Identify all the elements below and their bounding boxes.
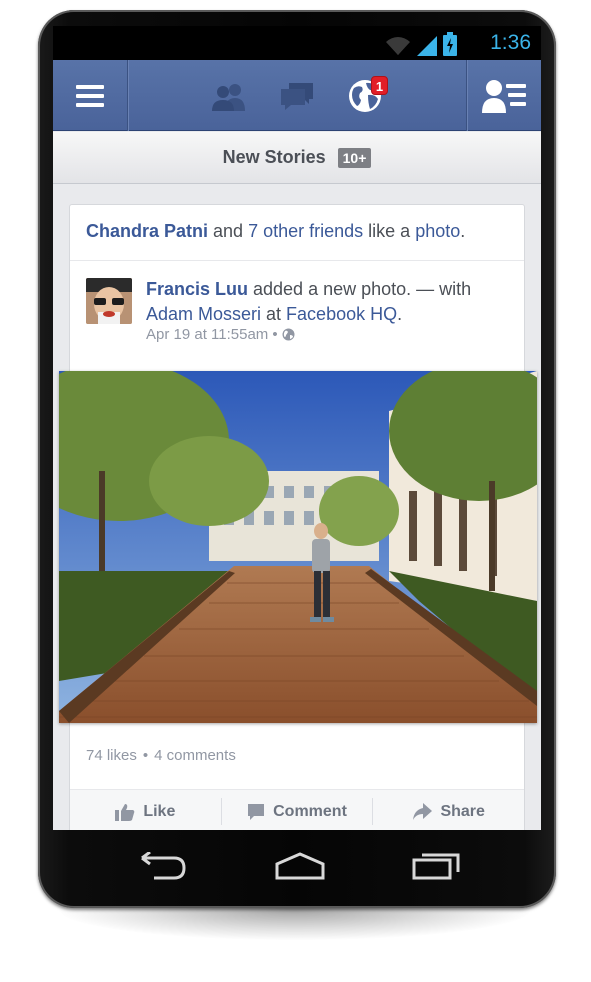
- comment-button[interactable]: Comment: [222, 790, 373, 830]
- story-card: Chandra Patni and 7 other friends like a…: [59, 204, 537, 830]
- home-button[interactable]: [270, 846, 330, 886]
- story-header: Chandra Patni and 7 other friends like a…: [70, 205, 524, 261]
- nav-divider: [127, 60, 128, 131]
- home-icon: [275, 852, 325, 880]
- globe-icon: [282, 328, 295, 341]
- friend-requests-icon: [212, 83, 245, 111]
- post-action-text: added a new photo. — with: [248, 279, 472, 299]
- likes-count[interactable]: 74 likes: [86, 747, 137, 764]
- screen: 1:36 1 New Stories 10+ Chandra Patni and…: [53, 26, 541, 830]
- engagement-counts: 74 likes • 4 comments: [86, 747, 236, 764]
- comment-bubble-icon: [248, 803, 265, 820]
- avatar-image: [86, 278, 132, 324]
- thumbs-up-icon: [115, 803, 135, 821]
- tagged-person-link[interactable]: Adam Mosseri: [146, 304, 261, 324]
- timestamp-separator: •: [272, 326, 278, 343]
- header-text: and: [208, 221, 249, 241]
- new-stories-label: New Stories: [222, 147, 326, 167]
- post-text: Francis Luu added a new photo. — with Ad…: [146, 277, 506, 327]
- friends-list-icon: [482, 79, 526, 113]
- actor-link[interactable]: Chandra Patni: [86, 221, 208, 241]
- header-text: like a: [363, 221, 416, 241]
- counts-separator: •: [142, 747, 149, 764]
- menu-icon: [76, 84, 104, 107]
- recents-button[interactable]: [406, 846, 466, 886]
- messages-button[interactable]: [271, 60, 323, 131]
- photo-image: [59, 371, 537, 723]
- share-button[interactable]: Share: [373, 790, 524, 830]
- status-bar: 1:36: [53, 26, 541, 60]
- avatar[interactable]: [86, 278, 132, 324]
- friends-list-button[interactable]: [467, 60, 541, 131]
- notification-badge: 1: [371, 76, 388, 95]
- location-link[interactable]: Facebook HQ: [286, 304, 397, 324]
- messages-icon: [281, 82, 313, 110]
- friend-requests-button[interactable]: [203, 60, 255, 131]
- post-end-text: .: [397, 304, 403, 324]
- like-label: Like: [143, 802, 176, 820]
- wifi-icon: [386, 37, 410, 55]
- back-icon: [141, 852, 186, 880]
- others-link[interactable]: 7 other friends: [248, 221, 363, 241]
- back-button[interactable]: [134, 846, 194, 886]
- share-arrow-icon: [413, 802, 433, 820]
- action-bar: Like Comment Share: [70, 789, 524, 830]
- notifications-button[interactable]: [339, 60, 391, 131]
- photo-link[interactable]: photo: [415, 221, 460, 241]
- author-link[interactable]: Francis Luu: [146, 279, 248, 299]
- recents-icon: [412, 853, 460, 880]
- post-timestamp[interactable]: Apr 19 at 11:55am: [146, 326, 268, 343]
- share-label: Share: [440, 802, 485, 820]
- system-nav-bar: [53, 830, 541, 900]
- battery-charging-icon: [443, 32, 457, 56]
- top-nav-bar: 1: [53, 60, 541, 131]
- new-stories-bar[interactable]: New Stories 10+: [53, 132, 541, 184]
- status-icons: [385, 32, 457, 56]
- status-time: 1:36: [490, 31, 531, 54]
- header-text: .: [460, 221, 466, 241]
- post-at-text: at: [261, 304, 287, 324]
- post-timestamp-row: Apr 19 at 11:55am •: [146, 326, 295, 343]
- signal-icon: [417, 36, 437, 56]
- comment-label: Comment: [273, 802, 347, 820]
- like-button[interactable]: Like: [70, 790, 221, 830]
- new-stories-count: 10+: [337, 147, 372, 168]
- comments-count[interactable]: 4 comments: [154, 747, 236, 764]
- menu-button[interactable]: [53, 60, 127, 131]
- post-photo[interactable]: [59, 371, 537, 723]
